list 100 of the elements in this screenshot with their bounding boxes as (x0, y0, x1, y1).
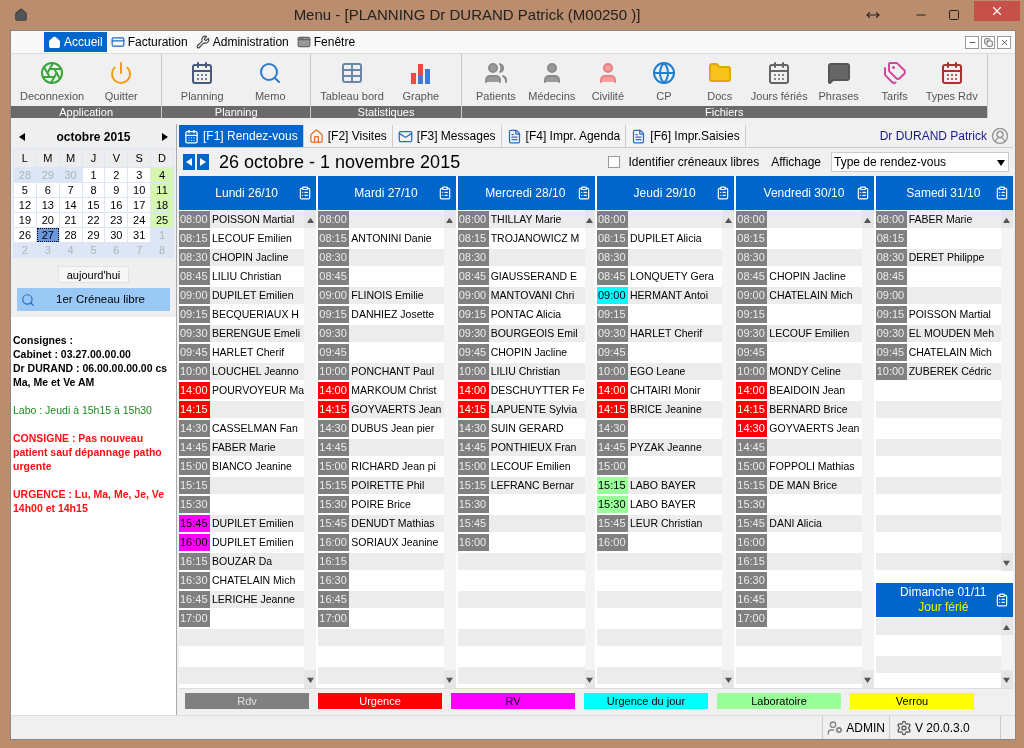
clipboard-icon[interactable] (298, 186, 313, 200)
menu-item[interactable]: Fenêtre (292, 32, 360, 52)
appointment-cell[interactable]: DERET Philippe (906, 249, 1001, 266)
calendar-day[interactable]: 8 (82, 183, 105, 197)
calendar-day[interactable]: 25 (151, 213, 173, 227)
toolbar-button[interactable]: Types Rdv (922, 60, 981, 104)
appointment-cell[interactable]: BOUZAR Da (210, 553, 305, 570)
toolbar-button[interactable]: Jours fériés (747, 60, 811, 104)
clipboard-icon[interactable] (437, 186, 452, 200)
calendar-day[interactable]: 4 (151, 168, 173, 182)
toolbar-button[interactable]: Graphe (386, 60, 455, 104)
calendar-day[interactable]: 18 (151, 198, 173, 212)
clipboard-icon[interactable] (855, 186, 870, 200)
menu-item[interactable]: Accueil (44, 32, 107, 52)
calendar-day[interactable]: 16 (105, 198, 128, 212)
appointment-cell[interactable]: DUPILET Emilien (210, 287, 305, 304)
appointment-cell[interactable]: LABO BAYER (628, 477, 723, 494)
calendar-day[interactable]: 21 (59, 213, 82, 227)
calendar-day[interactable]: 19 (14, 213, 36, 227)
calendar-day[interactable]: 20 (36, 213, 59, 227)
toolbar-button[interactable]: Planning (168, 60, 237, 104)
calendar-day[interactable]: 31 (128, 228, 151, 242)
toolbar-button[interactable]: Civilité (579, 60, 636, 104)
appointment-cell[interactable]: MONDY Celine (767, 363, 862, 380)
toolbar-button[interactable]: Deconnexion (17, 60, 88, 104)
close-button[interactable] (997, 35, 1011, 49)
toolbar-button[interactable]: Quitter (87, 60, 156, 104)
toolbar-button[interactable]: Tarifs (866, 60, 923, 104)
toolbar-button[interactable]: CP (635, 60, 692, 104)
toolbar-button[interactable]: Patients (467, 60, 524, 104)
house-icon[interactable] (14, 8, 28, 22)
appointment-cell[interactable]: BERNARD Brice (767, 401, 862, 418)
appointment-cell[interactable]: CHOPIN Jacline (210, 249, 305, 266)
next-week-button[interactable] (197, 154, 209, 170)
calendar-day[interactable]: 13 (36, 198, 59, 212)
calendar-day[interactable]: 2 (105, 168, 128, 182)
appointment-cell[interactable]: FABER Marie (210, 439, 305, 456)
tab[interactable]: [F6] Impr.Saisies (626, 125, 746, 147)
appointment-cell[interactable]: LERICHE Jeanne (210, 591, 305, 608)
restore-button[interactable] (981, 35, 995, 49)
appointment-cell[interactable]: GOYVAERTS Jean (349, 401, 444, 418)
calendar-day[interactable]: 11 (151, 183, 173, 197)
toolbar-button[interactable]: Médecins (523, 60, 580, 104)
clipboard-icon[interactable] (577, 186, 591, 200)
appointment-cell[interactable] (349, 553, 444, 570)
clipboard-icon[interactable] (994, 186, 1009, 200)
calendar-day[interactable]: 1 (82, 168, 105, 182)
calendar-day[interactable]: 30 (105, 228, 128, 242)
appointment-cell[interactable]: LEFRANC Bernar (488, 477, 585, 494)
appointment-cell[interactable]: BOURGEOIS Emil (488, 325, 585, 342)
appointment-cell[interactable] (349, 325, 444, 342)
appointment-cell[interactable]: LECOUF Emilien (767, 325, 862, 342)
first-free-slot-button[interactable]: 1er Créneau libre (17, 288, 170, 311)
appointment-cell[interactable]: POISSON Martial (210, 211, 305, 228)
appointment-cell[interactable]: PONTHIEUX Fran (488, 439, 585, 456)
appointment-cell[interactable]: DUPILET Emilien (210, 515, 305, 532)
appointment-cell[interactable]: FLINOIS Emilie (349, 287, 444, 304)
appointment-cell[interactable]: LOUCHEL Jeanno (210, 363, 305, 380)
tab[interactable]: [F2] Visites (303, 125, 393, 147)
calendar-day[interactable]: 26 (14, 228, 36, 242)
appointment-cell[interactable]: ZUBEREK Cédric (906, 363, 1001, 380)
appointment-cell[interactable] (628, 249, 723, 266)
menu-item[interactable]: Facturation (106, 32, 192, 52)
calendar-day[interactable]: 28 (59, 228, 82, 242)
appointment-cell[interactable]: FABER Marie (906, 211, 1001, 228)
toolbar-button[interactable]: Docs (691, 60, 748, 104)
calendar-day[interactable]: 17 (128, 198, 151, 212)
calendar-day[interactable]: 22 (82, 213, 105, 227)
calendar-day[interactable]: 14 (59, 198, 82, 212)
previous-week-button[interactable] (183, 154, 195, 170)
clipboard-icon[interactable] (994, 593, 1009, 607)
appointment-cell[interactable] (349, 211, 444, 228)
appointment-cell[interactable] (628, 211, 723, 228)
appointment-cell[interactable]: EL MOUDEN Meh (906, 325, 1001, 342)
menu-item[interactable]: Administration (191, 32, 293, 52)
maximize-icon[interactable] (948, 9, 960, 21)
appointment-cell[interactable] (767, 439, 862, 456)
appointment-cell[interactable]: CHATELAIN Mich (767, 287, 862, 304)
appointment-cell[interactable]: POIRETTE Phil (349, 477, 444, 494)
tab[interactable]: [F3] Messages (392, 125, 502, 147)
appointment-cell[interactable]: DE MAN Brice (767, 477, 862, 494)
appointment-cell[interactable]: LEUR Christian (628, 515, 723, 532)
appointment-cell[interactable]: MANTOVANI Chri (488, 287, 585, 304)
calendar-day[interactable]: 24 (128, 213, 151, 227)
toolbar-button[interactable]: Phrases (810, 60, 867, 104)
appointment-cell[interactable] (349, 249, 444, 266)
minimize-button[interactable] (965, 35, 979, 49)
appointment-cell[interactable] (767, 591, 862, 608)
appointment-cell[interactable] (488, 249, 585, 266)
appointment-cell[interactable]: LAPUENTE Sylvia (488, 401, 585, 418)
appointment-cell[interactable] (210, 401, 305, 418)
appointment-cell[interactable]: PYZAK Jeanne (628, 439, 723, 456)
appointment-cell[interactable]: BERENGUE Emeli (210, 325, 305, 342)
appointment-cell[interactable]: BRICE Jeanine (628, 401, 723, 418)
calendar-day[interactable]: 27 (36, 228, 59, 242)
appointment-cell[interactable] (767, 553, 862, 570)
toolbar-button[interactable]: Tableau bord (317, 60, 387, 104)
calendar-day[interactable]: 23 (105, 213, 128, 227)
calendar-day[interactable]: 10 (128, 183, 151, 197)
calendar-day[interactable]: 5 (14, 183, 36, 197)
